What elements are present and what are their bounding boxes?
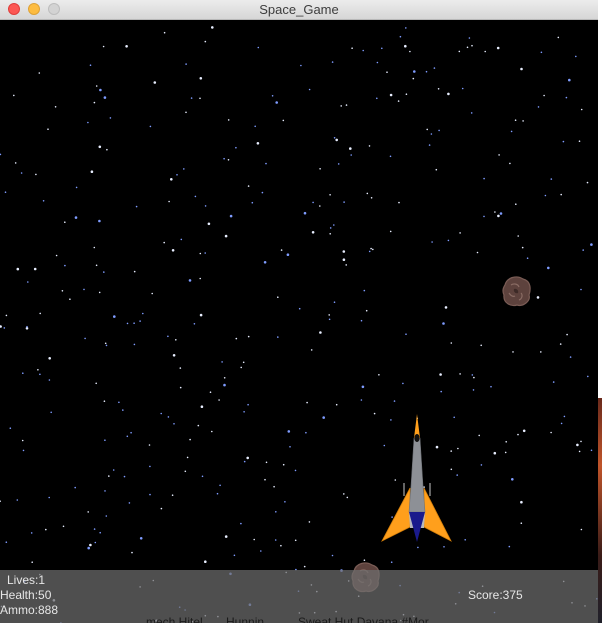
- game-objects: [351, 276, 531, 593]
- ammo-label: Ammo:888: [0, 603, 59, 617]
- asteroid: [502, 276, 531, 307]
- health-label: Health:50: [0, 588, 52, 602]
- title-bar[interactable]: Space_Game: [0, 0, 598, 20]
- background-window-text: mech Hitel: [146, 615, 203, 623]
- window-title: Space_Game: [259, 2, 339, 17]
- game-window: Space_Game Lives:1 Health:50 Ammo:888 Sc…: [0, 0, 598, 623]
- desktop-background-edge: [598, 0, 602, 623]
- score-label: Score:375: [468, 588, 523, 602]
- background-window-text: Sweat Hut Davana #Mor: [298, 615, 429, 623]
- lives-label: Lives:1: [7, 573, 46, 587]
- game-canvas[interactable]: [0, 20, 598, 623]
- player-spaceship: [381, 414, 452, 542]
- desktop-wallpaper-slice: [598, 398, 602, 623]
- background-window-text: Hunnin: [226, 615, 265, 623]
